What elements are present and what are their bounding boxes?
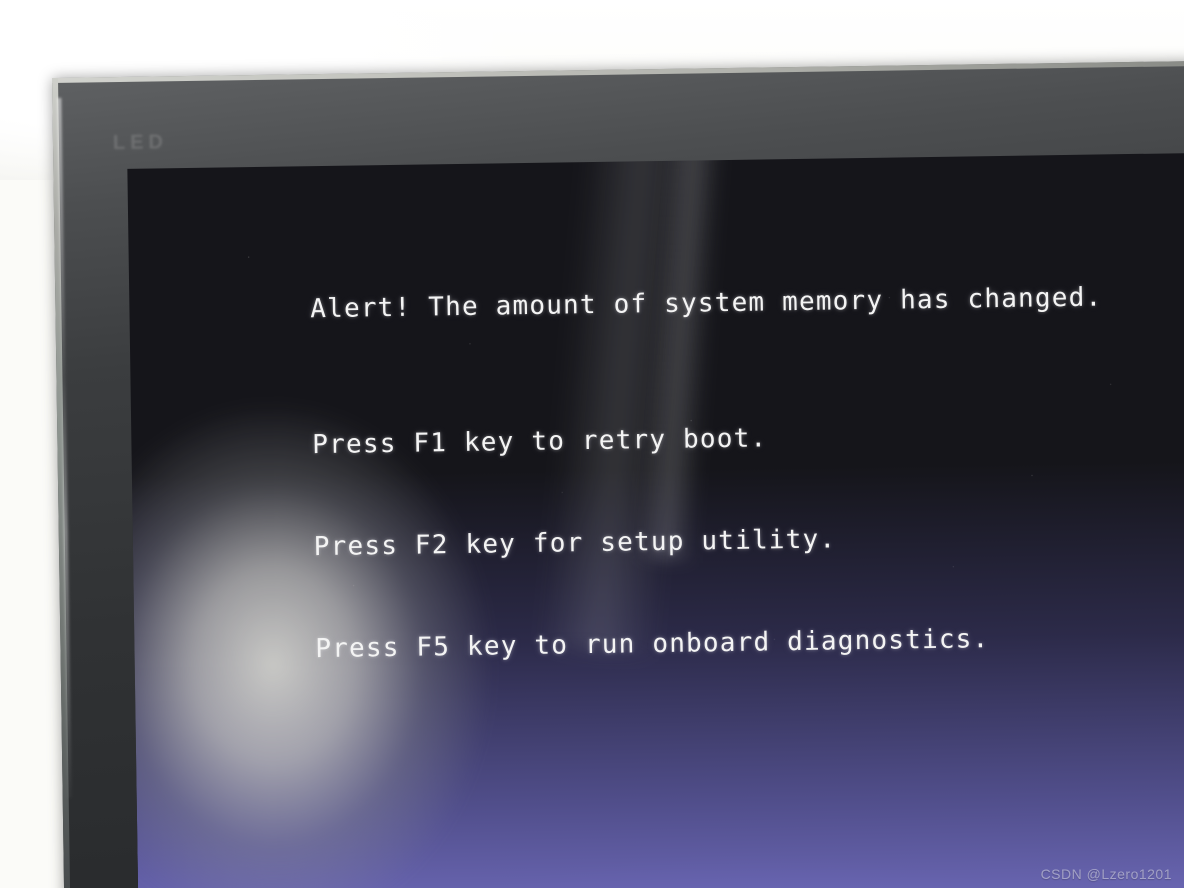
monitor-brand-label: LED (112, 131, 169, 155)
bios-message-block: Alert! The amount of system memory has c… (175, 246, 1108, 702)
watermark: CSDN @Lzero1201 (1040, 866, 1172, 882)
monitor: LED Alert! The amount of system memory h… (52, 61, 1184, 888)
bios-option-f5[interactable]: Press F5 key to run onboard diagnostics. (315, 624, 990, 664)
screenshot-root: LED Alert! The amount of system memory h… (0, 0, 1184, 888)
bios-option-f2[interactable]: Press F2 key for setup utility. (314, 524, 837, 562)
bios-alert-line: Alert! The amount of system memory has c… (310, 282, 1103, 325)
bios-option-f1[interactable]: Press F1 key to retry boot. (312, 423, 767, 460)
monitor-screen: Alert! The amount of system memory has c… (127, 152, 1184, 888)
bios-blank-line (176, 348, 1103, 396)
